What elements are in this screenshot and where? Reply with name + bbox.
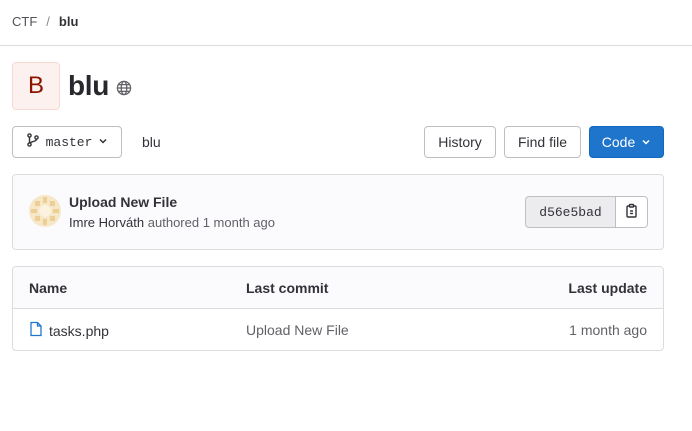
commit-sha-button[interactable]: d56e5bad [525, 196, 616, 228]
authored-text: authored [147, 215, 200, 230]
author-avatar[interactable] [29, 195, 61, 227]
branch-selector[interactable]: master [12, 126, 122, 158]
branch-name: master [45, 134, 93, 150]
history-button[interactable]: History [424, 126, 496, 158]
branch-icon [26, 133, 40, 151]
repository-toolbar: master blu History Find file Code [12, 126, 664, 158]
chevron-down-icon [98, 135, 108, 150]
find-file-button-label: Find file [517, 134, 568, 150]
copy-sha-button[interactable] [616, 196, 648, 228]
commit-sha-group: d56e5bad [525, 196, 648, 228]
commit-time: 1 month ago [202, 215, 275, 230]
table-header: Name Last commit Last update [13, 267, 663, 309]
project-avatar[interactable]: B [12, 62, 60, 110]
breadcrumb: CTF / blu [12, 14, 78, 29]
file-last-commit-link[interactable]: Upload New File [246, 322, 349, 338]
last-commit-panel: Upload New File Imre Horváth authored 1 … [12, 174, 664, 250]
file-name-link[interactable]: tasks.php [49, 323, 109, 339]
column-header-last-update: Last update [568, 280, 647, 296]
commit-author-link[interactable]: Imre Horváth [69, 215, 144, 230]
commit-title-link[interactable]: Upload New File [69, 194, 177, 210]
file-last-update: 1 month ago [569, 322, 647, 338]
column-header-last-commit: Last commit [246, 280, 329, 296]
code-button-label: Code [601, 134, 636, 150]
history-button-label: History [438, 134, 482, 150]
breadcrumb-separator: / [46, 14, 50, 29]
code-dropdown-button[interactable]: Code [589, 126, 664, 158]
commit-meta: Imre Horváth authored 1 month ago [69, 215, 275, 230]
breadcrumb-group-link[interactable]: CTF [12, 14, 37, 29]
find-file-button[interactable]: Find file [504, 126, 581, 158]
chevron-down-icon [641, 134, 651, 150]
table-row[interactable]: tasks.php Upload New File 1 month ago [13, 309, 663, 350]
project-title: blu [68, 70, 110, 101]
project-header: B blu [12, 62, 132, 110]
globe-icon[interactable] [116, 80, 132, 96]
file-tree-table: Name Last commit Last update tasks.php U… [12, 266, 664, 351]
header-divider [0, 45, 692, 46]
column-header-name: Name [29, 280, 68, 296]
file-icon [29, 321, 43, 340]
repository-path[interactable]: blu [142, 134, 161, 150]
project-avatar-letter: B [27, 72, 44, 99]
copy-icon [624, 203, 640, 222]
file-name-cell[interactable]: tasks.php [29, 321, 109, 340]
breadcrumb-project-link[interactable]: blu [59, 14, 79, 29]
